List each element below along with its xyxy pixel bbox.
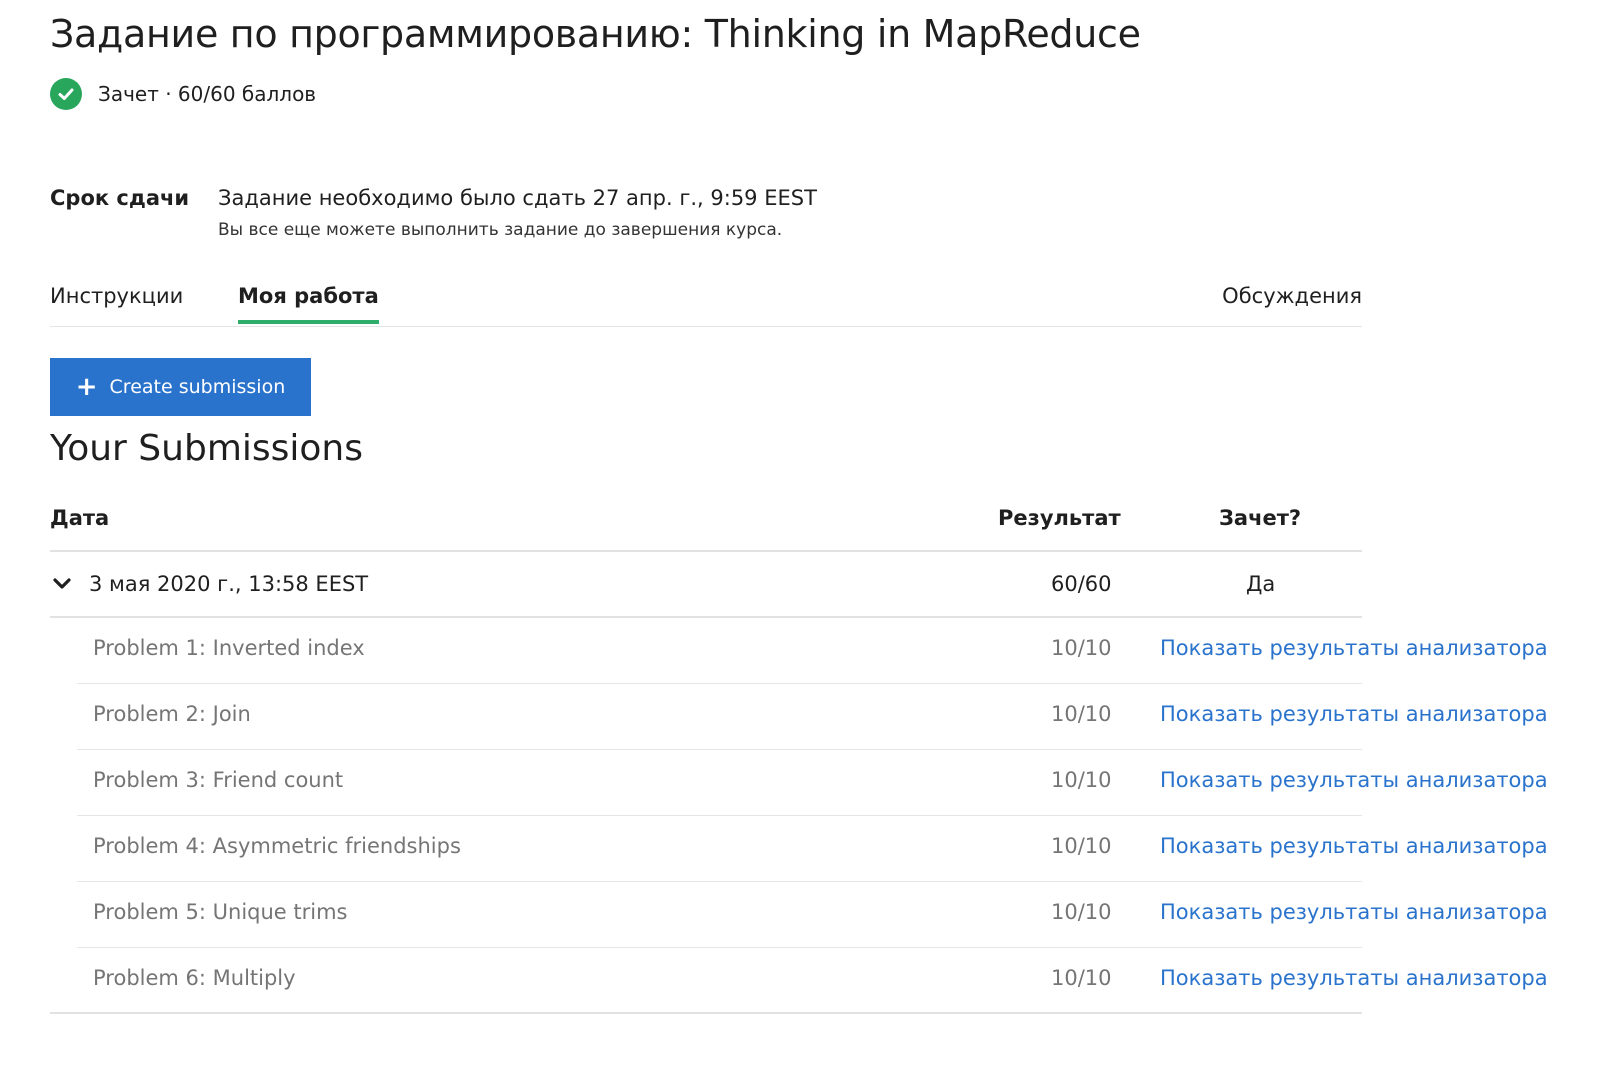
tab-discussions[interactable]: Обсуждения [1222,284,1362,308]
create-submission-button[interactable]: + Create submission [50,358,311,416]
create-submission-label: Create submission [109,376,286,398]
problem-name: Problem 1: Inverted index [93,636,365,660]
problem-name: Problem 4: Asymmetric friendships [93,834,461,858]
problem-score: 10/10 [1051,636,1112,660]
column-header-pass: Зачет? [1219,506,1302,530]
problem-score: 10/10 [1051,702,1112,726]
problem-row: Problem 5: Unique trims 10/10 Показать р… [50,882,1548,948]
submissions-title: Your Submissions [50,428,363,469]
grade-status: Зачет · 60/60 баллов [50,78,316,110]
problem-score: 10/10 [1051,834,1112,858]
problem-list: Problem 1: Inverted index 10/10 Показать… [50,618,1548,1014]
grade-status-text: Зачет · 60/60 баллов [98,82,317,106]
problem-row: Problem 2: Join 10/10 Показать результат… [50,684,1548,750]
show-grader-output-link[interactable]: Показать результаты анализатора [1160,900,1548,924]
show-grader-output-link[interactable]: Показать результаты анализатора [1160,702,1548,726]
problem-name: Problem 6: Multiply [93,966,296,990]
problem-name: Problem 3: Friend count [93,768,344,792]
problem-row: Problem 4: Asymmetric friendships 10/10 … [50,816,1548,882]
problem-score: 10/10 [1051,768,1112,792]
plus-icon: + [75,372,98,402]
problem-score: 10/10 [1051,966,1112,990]
chevron-down-icon[interactable] [52,574,72,594]
submission-score: 60/60 [1051,572,1112,596]
deadline-note: Вы все еще можете выполнить задание до з… [218,220,783,240]
problem-score: 10/10 [1051,900,1112,924]
deadline-text: Задание необходимо было сдать 27 апр. г.… [218,186,817,210]
page-title: Задание по программированию: Thinking in… [50,12,1141,56]
show-grader-output-link[interactable]: Показать результаты анализатора [1160,834,1548,858]
problem-row: Problem 3: Friend count 10/10 Показать р… [50,750,1548,816]
problem-name: Problem 2: Join [93,702,251,726]
column-header-date: Дата [50,506,110,530]
tab-my-work[interactable]: Моя работа [238,284,379,324]
column-header-result: Результат [998,506,1121,530]
submission-date: 3 мая 2020 г., 13:58 EEST [89,572,369,596]
show-grader-output-link[interactable]: Показать результаты анализатора [1160,966,1548,990]
show-grader-output-link[interactable]: Показать результаты анализатора [1160,636,1548,660]
deadline-label: Срок сдачи [50,186,190,210]
submission-passed: Да [1246,572,1276,596]
show-grader-output-link[interactable]: Показать результаты анализатора [1160,768,1548,792]
tab-instructions[interactable]: Инструкции [50,284,183,308]
check-circle-icon [50,78,82,110]
problem-name: Problem 5: Unique trims [93,900,348,924]
problem-row: Problem 1: Inverted index 10/10 Показать… [50,618,1548,684]
assignment-tabs: Инструкции Моя работа Обсуждения [50,270,1362,327]
submission-row[interactable]: 3 мая 2020 г., 13:58 EEST 60/60 Да [50,552,1362,618]
problem-row: Problem 6: Multiply 10/10 Показать резул… [50,948,1548,1014]
